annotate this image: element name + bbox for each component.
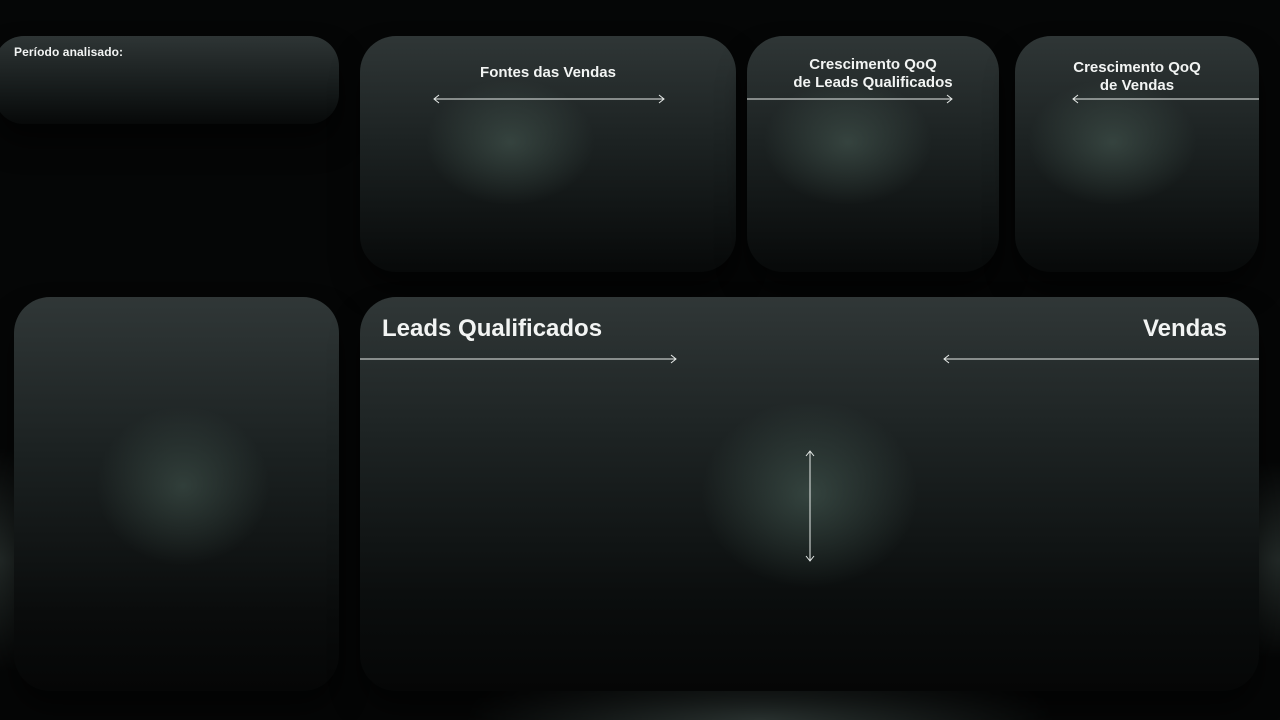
period-filter-card[interactable]: Período analisado: <box>0 36 339 124</box>
qoq-leads-growth-card: Crescimento QoQ de Leads Qualificados <box>747 36 999 272</box>
qoq-leads-growth-title: Crescimento QoQ de Leads Qualificados <box>793 56 953 91</box>
qoq-sales-growth-card: Crescimento QoQ de Vendas <box>1015 36 1259 272</box>
arrow-right-icon <box>747 94 953 104</box>
period-label: Período analisado: <box>14 45 124 59</box>
double-arrow-vertical-icon <box>805 450 815 562</box>
double-arrow-horizontal-icon <box>433 94 665 104</box>
arrow-left-icon <box>1072 94 1259 104</box>
sales-sources-card: Fontes das Vendas <box>360 36 736 272</box>
qoq-sales-growth-title: Crescimento QoQ de Vendas <box>1073 59 1201 94</box>
sales-sources-title: Fontes das Vendas <box>480 64 616 81</box>
side-panel-card <box>14 297 339 691</box>
arrow-right-icon <box>360 354 677 364</box>
leads-section-title: Leads Qualificados <box>382 315 603 342</box>
dashboard-canvas: Período analisado: Fontes das Vendas Cre… <box>0 0 1280 720</box>
arrow-left-icon <box>943 354 1259 364</box>
leads-vs-sales-card: Leads Qualificados Vendas <box>360 297 1259 691</box>
sales-section-title: Vendas <box>1142 315 1227 342</box>
